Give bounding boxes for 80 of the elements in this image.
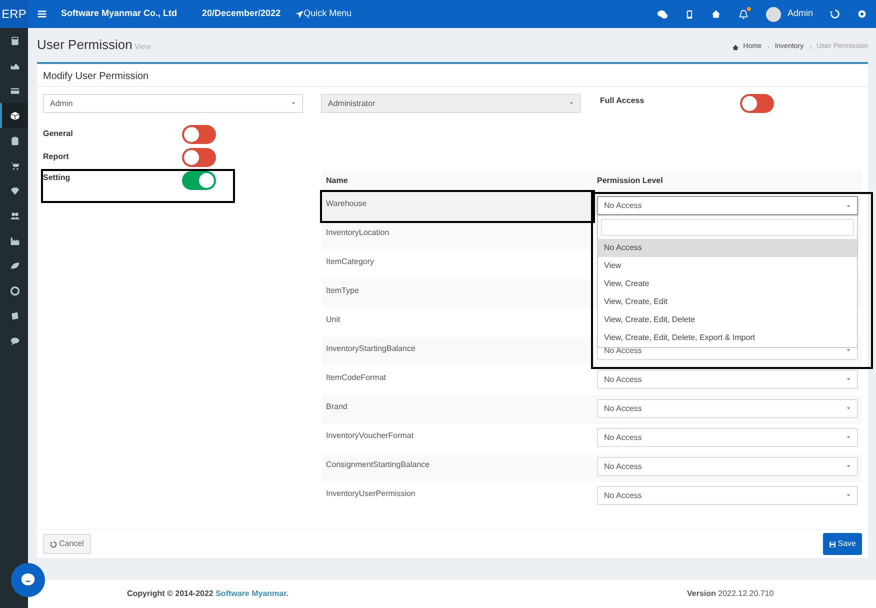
dropdown-option[interactable]: View [598, 257, 857, 275]
permission-select[interactable]: No Access [597, 399, 858, 418]
table-cell-text: Unit [325, 314, 342, 326]
permission-select[interactable]: No Access [597, 486, 858, 505]
chat-icon [20, 572, 36, 588]
table-cell-text: ItemCodeFormat [325, 372, 388, 384]
floppy-icon [828, 540, 836, 548]
caret-icon [569, 101, 574, 106]
permission-select[interactable]: No Access [597, 196, 858, 215]
table-cell-text: ItemType [325, 285, 360, 297]
company-name: Software Myanmar Co., Ltd [61, 7, 178, 20]
life-ring-icon[interactable] [10, 286, 20, 296]
caret-icon [291, 101, 296, 106]
toggle-switch[interactable] [182, 148, 216, 167]
field-label: General [43, 128, 74, 140]
home-icon [732, 44, 740, 50]
clipboard-icon[interactable] [10, 136, 20, 146]
quick-menu-link[interactable]: Quick Menu [294, 7, 352, 21]
chevron-icon [808, 44, 813, 50]
save-button[interactable]: Save [822, 533, 862, 555]
table-cell-text: ConsignmentStartingBalance [325, 459, 431, 471]
avatar-circle[interactable] [766, 6, 782, 22]
table-cell-text: InventoryStartingBalance [325, 343, 416, 355]
permission-select[interactable]: No Access [597, 457, 858, 476]
version-text: Version 2022.12.20.710 [687, 588, 774, 600]
field-label: Setting [43, 172, 72, 184]
table-cell: Warehouse [322, 192, 593, 221]
chat-icon[interactable] [657, 8, 668, 20]
credit-card-icon[interactable] [10, 86, 20, 96]
toggle-switch[interactable] [182, 171, 216, 190]
user-select[interactable]: Admin [43, 94, 303, 113]
caret-icon [846, 464, 851, 469]
date-text: 20/December/2022 [202, 7, 281, 20]
chevron-icon [766, 44, 771, 50]
card-title: Modify User Permission [43, 71, 149, 82]
user-name[interactable]: Admin [787, 7, 813, 21]
caret-icon [846, 406, 851, 411]
table-cell-text: InventoryUserPermission [325, 488, 416, 500]
menu-icon[interactable] [37, 9, 47, 19]
role-select: Administrator [321, 94, 581, 113]
column-header: Name [325, 175, 349, 187]
mobile-icon[interactable] [685, 8, 694, 20]
dropdown-option[interactable]: View, Create, Edit, Delete [598, 311, 857, 329]
dropdown-option[interactable]: View, Create [598, 275, 857, 293]
comment-icon[interactable] [10, 336, 20, 346]
caret-icon [846, 493, 851, 498]
toggle-switch[interactable] [740, 94, 774, 113]
dropdown-option[interactable]: View, Create, Edit [598, 293, 857, 311]
history-icon[interactable] [830, 9, 840, 19]
area-chart-icon[interactable] [10, 60, 20, 70]
brand-logo[interactable]: ERP [0, 0, 28, 28]
toggle-switch[interactable] [182, 125, 216, 144]
table-cell-text: Brand [325, 401, 348, 413]
undo-icon [50, 540, 57, 548]
permission-select[interactable]: No Access [597, 370, 858, 389]
search-field[interactable] [601, 219, 854, 236]
field-label: Report [43, 151, 70, 163]
caret-icon [846, 203, 851, 208]
users-icon[interactable] [10, 210, 20, 220]
cart-icon[interactable] [10, 160, 20, 170]
table-cell-text: InventoryVoucherFormat [325, 430, 415, 442]
table-cell-text: InventoryLocation [325, 227, 390, 239]
dropdown-option[interactable]: No Access [598, 239, 857, 257]
page-title: User Permission [37, 36, 132, 54]
calculator-icon[interactable] [10, 36, 20, 46]
cancel-button[interactable]: Cancel [43, 534, 91, 554]
copyright-text: Copyright © 2014-2022 Software Myanmar. [127, 588, 290, 600]
bell-icon[interactable] [738, 8, 750, 20]
leaf-icon[interactable] [10, 260, 20, 270]
table-cell-text: ItemCategory [325, 256, 376, 268]
column-header: Permission Level [596, 175, 664, 187]
factory-icon[interactable] [10, 236, 20, 246]
caret-icon [846, 435, 851, 440]
home-icon[interactable] [711, 9, 722, 19]
caret-icon [846, 377, 851, 382]
cube-icon[interactable] [10, 110, 20, 120]
company-link[interactable]: Software Myanmar. [216, 589, 289, 598]
permission-select[interactable]: No Access [597, 428, 858, 447]
field-label: Full Access [600, 95, 646, 107]
diamond-icon[interactable] [10, 186, 20, 196]
